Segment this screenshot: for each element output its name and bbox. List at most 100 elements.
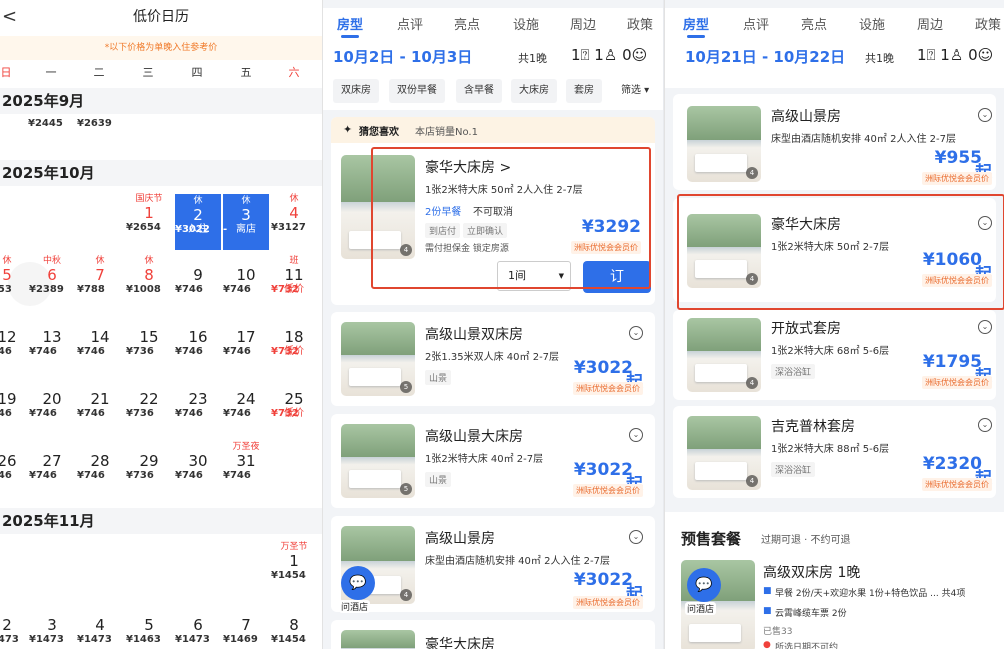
tab-reviews[interactable]: 点评	[397, 14, 423, 33]
room-name[interactable]: 高级山景房	[771, 106, 841, 126]
ask-hotel-chat-icon[interactable]: 💬	[341, 566, 375, 600]
tab-nearby[interactable]: 周边	[570, 14, 596, 33]
room-card[interactable]: 4 吉克普林套房 ⌄ 1张2米特大床 88㎡ 5-6层 深浴浴缸 ¥2320 起…	[673, 406, 996, 498]
calendar-day[interactable]: 国庆节 1 ¥2654	[126, 194, 172, 233]
expand-chevron-icon[interactable]: ⌄	[629, 530, 643, 544]
calendar-day[interactable]: 休 8 ¥1008	[126, 256, 172, 295]
calendar-day[interactable]: 19¥746	[0, 380, 30, 419]
calendar-day[interactable]: 2¥1473	[0, 606, 30, 645]
calendar-day[interactable]: 22 ¥736	[126, 380, 172, 419]
calendar-day[interactable]: 休 7 ¥788	[77, 256, 123, 295]
tab-room-type[interactable]: 房型	[683, 14, 709, 38]
guest-selector[interactable]: 1⍰ 1♙ 0☺	[571, 46, 647, 64]
stay-dates[interactable]: 10月21日 - 10月22日	[685, 46, 845, 67]
filter-twin[interactable]: 双床房	[333, 79, 379, 103]
room-photo[interactable]: 4	[687, 416, 761, 490]
weekday-sat: 六	[288, 66, 300, 79]
room-name[interactable]: 高级山景房	[425, 528, 495, 548]
calendar-day[interactable]: 3 ¥1473	[29, 606, 75, 645]
tab-highlights[interactable]: 亮点	[801, 14, 827, 33]
room-photo[interactable]	[341, 630, 415, 649]
calendar-day[interactable]: 14 ¥746	[77, 318, 123, 357]
filter-breakfast[interactable]: 含早餐	[456, 79, 502, 103]
calendar-day[interactable]: 24 ¥746	[223, 380, 269, 419]
tab-policy[interactable]: 政策	[975, 14, 1001, 33]
calendar-day[interactable]: 26¥746	[0, 442, 30, 481]
day-price: ¥746	[175, 408, 203, 420]
expand-chevron-icon[interactable]: ⌄	[978, 418, 992, 432]
day-number: 16	[188, 328, 208, 346]
package-name[interactable]: 高级双床房 1晚	[763, 562, 860, 582]
filter-suite[interactable]: 套房	[566, 79, 602, 103]
calendar-day[interactable]: 20 ¥746	[29, 380, 75, 419]
calendar-day[interactable]: 8 ¥1454	[271, 606, 317, 645]
room-photo[interactable]: 4	[687, 106, 761, 182]
room-photo[interactable]: 5	[341, 322, 415, 396]
filter-double-breakfast[interactable]: 双份早餐	[389, 79, 445, 103]
tab-facilities[interactable]: 设施	[513, 14, 539, 33]
sparkle-icon: ✦	[343, 123, 353, 136]
room-photo[interactable]: 4	[687, 318, 761, 392]
date-bar[interactable]: 10月2日 - 10月3日 共1晚 1⍰ 1♙ 0☺	[323, 38, 663, 74]
calendar-day[interactable]: 28 ¥746	[77, 442, 123, 481]
tab-facilities[interactable]: 设施	[859, 14, 885, 33]
calendar-day[interactable]: 万圣节 1 ¥1454	[271, 542, 317, 581]
room-name[interactable]: 高级山景双床房	[425, 324, 523, 344]
room-name[interactable]: 吉克普林套房	[771, 416, 855, 436]
calendar-day[interactable]: 休 4 ¥3127	[271, 194, 317, 233]
day-price: ¥2389	[29, 284, 64, 296]
calendar-day[interactable]: 21 ¥746	[77, 380, 123, 419]
calendar-day[interactable]: 班 11 ¥732 低价	[271, 256, 317, 296]
room-card[interactable]: 5 高级山景双床房 ⌄ 2张1.35米双人床 40㎡ 2-7层 山景 ¥3022…	[331, 312, 655, 406]
ask-hotel-label[interactable]: 问酒店	[339, 600, 371, 613]
tab-nearby[interactable]: 周边	[917, 14, 943, 33]
room-name[interactable]: 豪华大床房	[425, 634, 495, 649]
room-card[interactable]: 4 高级山景房 ⌄ 床型由酒店随机安排 40㎡ 2人入住 2-7层 ¥3022 …	[331, 516, 655, 612]
calendar-day[interactable]: 16 ¥746	[175, 318, 221, 357]
room-name[interactable]: 开放式套房	[771, 318, 841, 338]
calendar-day[interactable]: 10 ¥746	[223, 256, 269, 295]
room-photo[interactable]: 5	[341, 424, 415, 498]
calendar-day[interactable]: 4 ¥1473	[77, 606, 123, 645]
calendar-day[interactable]: 13 ¥746	[29, 318, 75, 357]
room-card[interactable]: 4 开放式套房 ⌄ 1张2米特大床 68㎡ 5-6层 深浴浴缸 ¥1795 起 …	[673, 310, 996, 400]
calendar-day[interactable]: 5 ¥1463	[126, 606, 172, 645]
tab-highlights[interactable]: 亮点	[454, 14, 480, 33]
calendar-day[interactable]: 7 ¥1469	[223, 606, 269, 645]
tab-room-type[interactable]: 房型	[337, 14, 363, 38]
ask-hotel-chat-icon[interactable]: 💬	[687, 568, 721, 602]
calendar-day[interactable]: 27 ¥746	[29, 442, 75, 481]
expand-chevron-icon[interactable]: ⌄	[978, 108, 992, 122]
room-card[interactable]: 豪华大床房	[331, 620, 655, 649]
calendar-day[interactable]: 12¥746	[0, 318, 30, 357]
expand-chevron-icon[interactable]: ⌄	[978, 320, 992, 334]
filter-king[interactable]: 大床房	[511, 79, 557, 103]
room-card[interactable]: 4 高级山景房 ⌄ 床型由酒店随机安排 40㎡ 2人入住 2-7层 ¥955 起…	[673, 94, 996, 190]
calendar-day[interactable]: 25 ¥732 低价	[271, 380, 317, 420]
calendar-day[interactable]: 休 2 ¥3022 入住	[175, 194, 221, 250]
calendar-day[interactable]: 18 ¥732 低价	[271, 318, 317, 358]
calendar-day[interactable]: 15 ¥736	[126, 318, 172, 357]
expand-chevron-icon[interactable]: ⌄	[629, 326, 643, 340]
calendar-day[interactable]: 9 ¥746	[175, 256, 221, 295]
calendar-day[interactable]: 17 ¥746	[223, 318, 269, 357]
room-name[interactable]: 高级山景大床房	[425, 426, 523, 446]
date-bar[interactable]: 10月21日 - 10月22日 共1晚 1⍰ 1♙ 0☺	[665, 38, 1004, 74]
ask-hotel-label[interactable]: 问酒店	[685, 602, 717, 615]
calendar-day[interactable]: 30 ¥746	[175, 442, 221, 481]
room-card[interactable]: 5 高级山景大床房 ⌄ 1张2米特大床 40㎡ 2-7层 山景 ¥3022 起 …	[331, 414, 655, 508]
filter-button[interactable]: 筛选 ▾	[613, 79, 658, 103]
stay-dates[interactable]: 10月2日 - 10月3日	[333, 46, 472, 67]
expand-chevron-icon[interactable]: ⌄	[629, 428, 643, 442]
back-icon[interactable]: <	[2, 0, 17, 34]
tab-policy[interactable]: 政策	[627, 14, 653, 33]
calendar-day[interactable]: 休 3- 离店	[223, 194, 269, 250]
calendar-day[interactable]: 中秋 6 ¥2389	[29, 256, 75, 295]
guest-selector[interactable]: 1⍰ 1♙ 0☺	[917, 46, 993, 64]
calendar-day[interactable]: 29 ¥736	[126, 442, 172, 481]
calendar-day[interactable]: 万圣夜 31 ¥746	[223, 442, 269, 481]
calendar-day[interactable]: 休5¥753	[0, 256, 30, 295]
tab-reviews[interactable]: 点评	[743, 14, 769, 33]
calendar-day[interactable]: 6 ¥1473	[175, 606, 221, 645]
calendar-day[interactable]: 23 ¥746	[175, 380, 221, 419]
